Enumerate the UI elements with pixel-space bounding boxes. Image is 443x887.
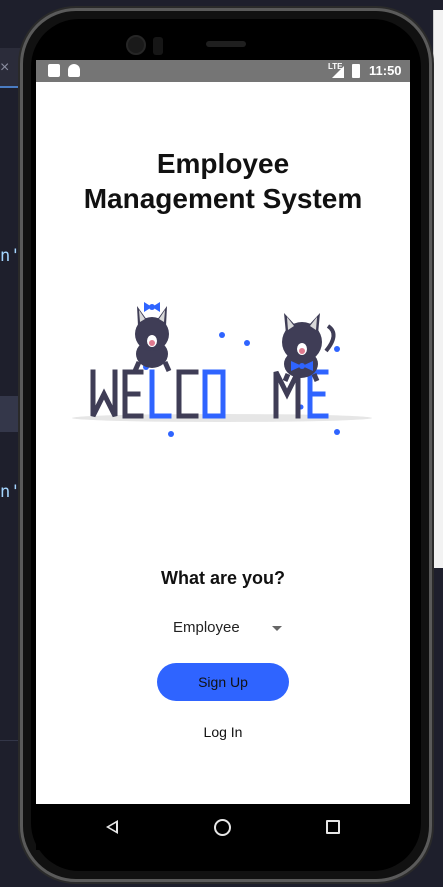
welcome-illustration (72, 302, 372, 437)
role-dropdown-value: Employee (173, 619, 240, 636)
role-question: What are you? (160, 568, 285, 588)
recents-icon[interactable] (326, 820, 340, 834)
cat-left (132, 302, 172, 373)
page-title: Employee Management System (36, 146, 410, 216)
status-time: 11:50 (369, 63, 402, 78)
editor-code-line: n' (0, 246, 21, 266)
chevron-down-icon (272, 626, 282, 631)
title-line-1: Employee (156, 148, 290, 179)
title-line-2: Management System (83, 183, 363, 214)
camera-icon (126, 35, 146, 55)
side-panel (433, 10, 443, 568)
battery-icon (352, 64, 360, 78)
signal-icon (332, 66, 344, 78)
speaker-grill (206, 41, 246, 47)
app-screen: LTE 11:50 Employee Management System Wha… (36, 60, 410, 804)
close-icon[interactable]: × (0, 59, 9, 77)
login-link[interactable]: Log In (36, 724, 410, 740)
role-dropdown[interactable]: Employee (166, 616, 286, 640)
status-bar: LTE 11:50 (36, 60, 410, 82)
signup-button[interactable]: Sign Up (157, 663, 289, 701)
navigation-bar (36, 804, 410, 850)
home-icon[interactable] (214, 819, 231, 836)
back-icon[interactable] (106, 820, 118, 834)
sensor-icon (153, 37, 163, 55)
editor-code-line: n' (0, 482, 21, 502)
android-icon (68, 64, 80, 77)
notification-icon (48, 64, 60, 77)
